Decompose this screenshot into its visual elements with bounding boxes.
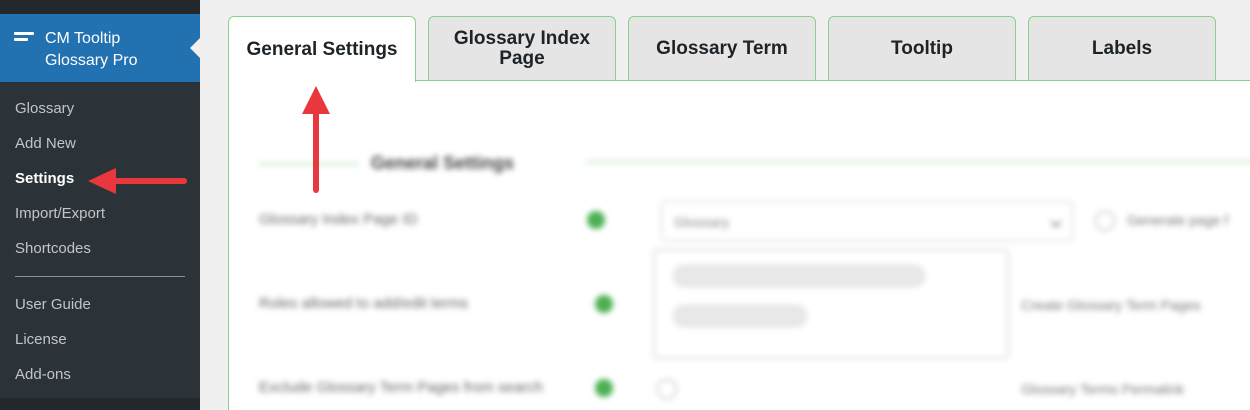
exclude-search-checkbox[interactable] xyxy=(657,379,677,399)
tab-glossary-index-page[interactable]: Glossary Index Page xyxy=(428,16,616,80)
submenu-divider xyxy=(15,276,185,277)
chevron-down-icon xyxy=(1050,216,1062,228)
generate-page-checkbox[interactable] xyxy=(1095,211,1115,231)
index-page-select[interactable]: Glossary xyxy=(661,201,1073,241)
row-label-roles: Roles allowed to add/edit terms xyxy=(259,295,469,312)
plugin-menu-header[interactable]: CM Tooltip Glossary Pro xyxy=(0,14,200,82)
help-icon[interactable] xyxy=(587,211,605,229)
submenu-item-user-guide[interactable]: User Guide xyxy=(0,287,200,322)
plugin-menu-title: CM Tooltip Glossary Pro xyxy=(45,30,138,69)
section-divider-right xyxy=(585,161,1250,163)
admin-sidebar: CM Tooltip Glossary Pro Glossary Add New… xyxy=(0,0,200,410)
role-chip[interactable] xyxy=(673,305,807,327)
submenu-item-add-ons[interactable]: Add-ons xyxy=(0,357,200,392)
current-menu-pointer xyxy=(190,38,200,58)
plugin-submenu: Glossary Add New Settings Import/Export … xyxy=(0,91,200,392)
annotation-arrow-left-icon xyxy=(88,168,187,194)
sidebar-bottom-strip xyxy=(0,398,200,410)
submenu-item-import-export[interactable]: Import/Export xyxy=(0,196,200,231)
submenu-item-license[interactable]: License xyxy=(0,322,200,357)
section-title: General Settings xyxy=(371,153,515,173)
tab-general-settings[interactable]: General Settings xyxy=(228,16,416,82)
help-icon[interactable] xyxy=(595,295,613,313)
submenu-item-glossary[interactable]: Glossary xyxy=(0,91,200,126)
roles-multiselect[interactable] xyxy=(653,249,1009,359)
row-label-exclude-search: Exclude Glossary Term Pages from search xyxy=(259,379,543,396)
settings-panel: General Settings Glossary Index Page ID … xyxy=(228,80,1250,410)
row-label-index-page-id: Glossary Index Page ID xyxy=(259,211,418,228)
create-term-pages-label: Create Glossary Term Pages xyxy=(1021,297,1201,313)
submenu-item-add-new[interactable]: Add New xyxy=(0,126,200,161)
generate-page-label: Generate page f xyxy=(1127,212,1229,228)
tab-tooltip[interactable]: Tooltip xyxy=(828,16,1016,80)
index-page-select-value: Glossary xyxy=(674,214,730,230)
annotation-arrow-up-icon xyxy=(302,86,330,193)
tab-labels[interactable]: Labels xyxy=(1028,16,1216,80)
sidebar-top-strip xyxy=(0,0,200,14)
term-permalink-label: Glossary Terms Permalink xyxy=(1021,381,1185,397)
plugin-menu-icon xyxy=(14,32,34,46)
role-chip[interactable] xyxy=(673,265,925,287)
help-icon[interactable] xyxy=(595,379,613,397)
tab-glossary-term[interactable]: Glossary Term xyxy=(628,16,816,80)
main-content: General Settings Glossary Index Page Glo… xyxy=(200,0,1250,410)
submenu-item-shortcodes[interactable]: Shortcodes xyxy=(0,231,200,266)
